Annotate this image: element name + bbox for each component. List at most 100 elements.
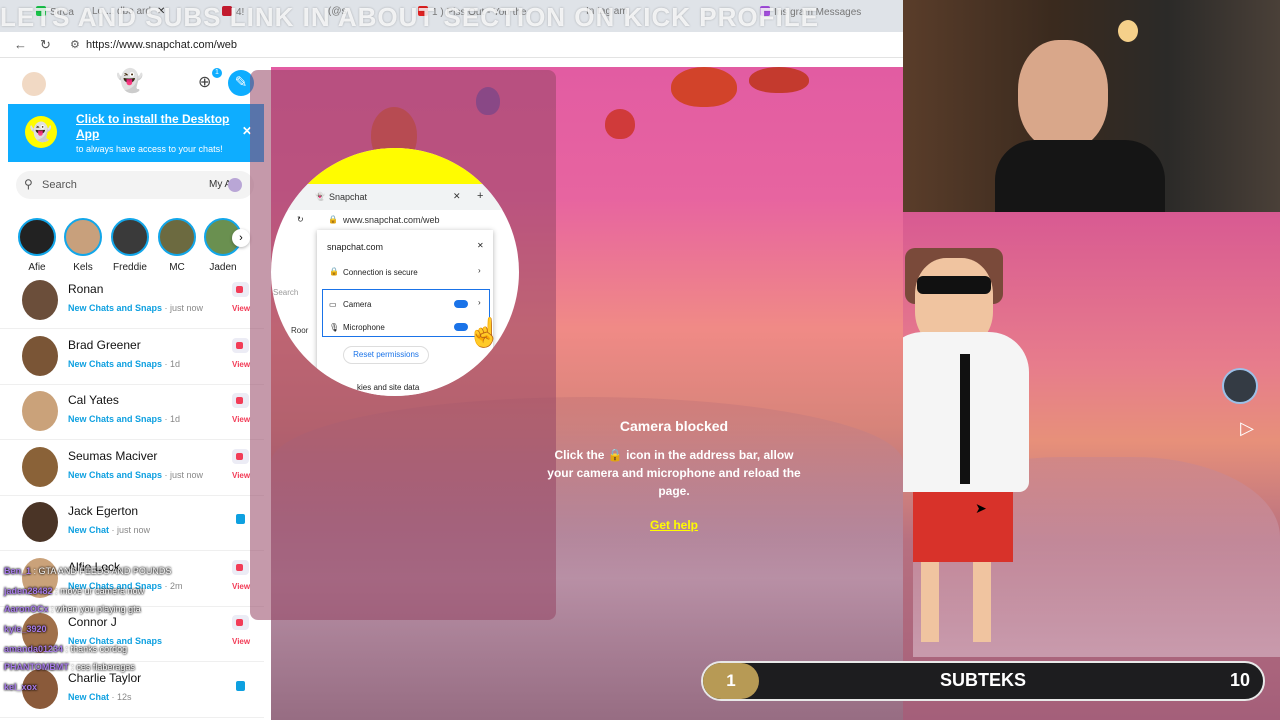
bitmoji-shorts bbox=[913, 492, 1013, 562]
chat-row[interactable]: Seumas Maciver New Chats and Snaps · just… bbox=[0, 441, 264, 496]
view-button[interactable]: View bbox=[232, 471, 250, 480]
play-icon[interactable]: ▷ bbox=[1240, 418, 1254, 439]
chat-message: GTA AND FEEDS AND POUNDS bbox=[38, 566, 172, 576]
webcam-feed bbox=[903, 0, 1280, 212]
install-desktop-banner[interactable]: 👻 Click to install the Desktop App to al… bbox=[8, 104, 264, 162]
ghost-icon: 👻 bbox=[315, 192, 325, 201]
story-thumbnail[interactable] bbox=[1222, 368, 1258, 404]
chat-icon[interactable] bbox=[236, 680, 245, 691]
search-bar[interactable]: ⚲ Search My AI bbox=[16, 171, 254, 199]
search-icon: ⚲ bbox=[24, 177, 33, 191]
reload-icon[interactable]: ↻ bbox=[40, 37, 51, 53]
site-info-icon[interactable]: ⚙ bbox=[70, 38, 80, 51]
chat-username: PHANTOMBMT bbox=[4, 662, 69, 672]
illustration-secure: Connection is secure bbox=[343, 268, 418, 277]
snap-icon[interactable] bbox=[232, 337, 249, 353]
chat-sidebar: 👻 ⊕ 1 ✎ 👻 Click to install the Desktop A… bbox=[0, 58, 271, 720]
chat-row[interactable]: Brad Greener New Chats and Snaps · 1d View bbox=[0, 330, 264, 385]
snap-icon[interactable] bbox=[232, 615, 249, 630]
friend-name: Brad Greener bbox=[68, 337, 141, 352]
stream-chat-line: amanda01234 : thanks cordog bbox=[4, 644, 128, 654]
view-button[interactable]: View bbox=[232, 582, 250, 591]
status-text: New Chat bbox=[68, 525, 110, 535]
illustration-search: Search bbox=[273, 288, 299, 297]
sub-goal-label: SUBTEKS bbox=[939, 670, 1026, 690]
story-item[interactable]: Afie bbox=[17, 218, 57, 273]
view-button[interactable]: View bbox=[232, 360, 250, 369]
chat-username: amanda01234 bbox=[4, 644, 64, 654]
illustration-header bbox=[271, 148, 519, 184]
chat-time: just now bbox=[170, 303, 204, 313]
chat-row[interactable]: Jack Egerton New Chat · just now bbox=[0, 496, 264, 551]
my-ai-avatar bbox=[228, 178, 242, 192]
snap-icon[interactable] bbox=[232, 282, 249, 297]
chat-message: when you playing gta bbox=[56, 604, 141, 614]
snapchat-ghost-icon: 👻 bbox=[116, 68, 144, 93]
illustration-room: Roor bbox=[291, 326, 309, 335]
chat-time: just now bbox=[117, 525, 151, 535]
friend-name: Charlie Taylor bbox=[68, 670, 142, 685]
story-name: MC bbox=[169, 262, 185, 273]
friend-request-badge: 1 bbox=[212, 68, 222, 78]
chevron-right-icon: › bbox=[478, 266, 481, 275]
lock-icon: 🔒 bbox=[329, 267, 339, 276]
search-input[interactable]: Search bbox=[42, 179, 77, 191]
add-friend-icon[interactable]: ⊕ bbox=[198, 72, 211, 92]
chat-row[interactable]: Ronan New Chats and Snaps · just now View bbox=[0, 274, 264, 329]
illustration-reset: Reset permissions bbox=[343, 346, 429, 364]
balloon-graphic bbox=[671, 67, 737, 107]
chat-username: jaden28482 bbox=[4, 586, 53, 596]
friend-name: Ronan bbox=[68, 282, 104, 296]
chat-username: kyle_3920 bbox=[4, 624, 47, 634]
chat-row[interactable]: Cal Yates New Chats and Snaps · 1d View bbox=[0, 385, 264, 440]
chat-username: AaronOCx bbox=[4, 604, 49, 614]
balloon-graphic bbox=[605, 109, 635, 139]
story-name: Kels bbox=[73, 262, 93, 273]
status-text: New Chats and Snaps bbox=[68, 303, 163, 313]
story-avatar bbox=[64, 218, 102, 256]
profile-avatar[interactable] bbox=[22, 72, 46, 96]
cursor-icon: ➤ bbox=[975, 500, 987, 516]
chat-status: New Chats and Snaps · just now bbox=[68, 469, 204, 480]
bitmoji-sunglasses bbox=[917, 276, 991, 294]
chat-status: New Chats and Snaps · 1d bbox=[68, 358, 181, 369]
status-text: New Chats and Snaps bbox=[68, 358, 163, 369]
chat-icon[interactable] bbox=[236, 514, 245, 524]
reload-icon: ↻ bbox=[297, 215, 304, 224]
story-item[interactable]: Kels bbox=[63, 218, 103, 273]
illustration-site: snapchat.com bbox=[327, 242, 384, 252]
story-avatar bbox=[158, 218, 196, 256]
stream-chat-line: PHANTOMBMT : ces flaberagas bbox=[4, 662, 135, 672]
story-name: Jaden bbox=[209, 262, 237, 273]
back-icon[interactable]: ← bbox=[14, 37, 27, 52]
hand-cursor-icon: ☝ bbox=[467, 317, 502, 348]
bitmoji-tie bbox=[960, 354, 970, 484]
story-item[interactable]: MC bbox=[157, 218, 197, 273]
camera-blocked-message: Click the 🔒 icon in the address bar, all… bbox=[543, 446, 805, 500]
friend-avatar bbox=[22, 446, 58, 487]
view-button[interactable]: View bbox=[232, 637, 250, 646]
snap-icon[interactable] bbox=[232, 393, 249, 408]
lock-icon: 🔒 bbox=[607, 448, 623, 462]
close-icon: ✕ bbox=[453, 191, 461, 201]
install-banner-title[interactable]: Click to install the Desktop App bbox=[76, 112, 236, 142]
illustration-tab-label: Snapchat bbox=[329, 192, 368, 202]
view-button[interactable]: View bbox=[232, 415, 250, 424]
friend-avatar bbox=[22, 280, 58, 320]
snap-icon[interactable] bbox=[232, 448, 249, 464]
bitmoji-leg bbox=[973, 562, 991, 642]
chevron-right-icon: › bbox=[478, 298, 481, 307]
chat-time: 1d bbox=[170, 358, 181, 369]
url-field[interactable]: https://www.snapchat.com/web bbox=[86, 39, 237, 51]
story-item[interactable]: Freddie bbox=[110, 218, 150, 273]
chevron-right-icon[interactable]: › bbox=[232, 229, 250, 247]
illustration-url: www.snapchat.com/web bbox=[343, 215, 440, 225]
message-part: Click the bbox=[554, 448, 605, 462]
stream-chat-line: kel_xox bbox=[4, 682, 37, 692]
chat-status: New Chats and Snaps · 1d bbox=[68, 414, 181, 424]
snap-icon[interactable] bbox=[232, 559, 249, 575]
view-button[interactable]: View bbox=[232, 304, 250, 313]
chat-row[interactable]: Alfie Lock New Chats and Snaps · 2m View bbox=[0, 552, 264, 607]
chat-time: 2m bbox=[170, 580, 183, 591]
get-help-link[interactable]: Get help bbox=[521, 518, 827, 532]
